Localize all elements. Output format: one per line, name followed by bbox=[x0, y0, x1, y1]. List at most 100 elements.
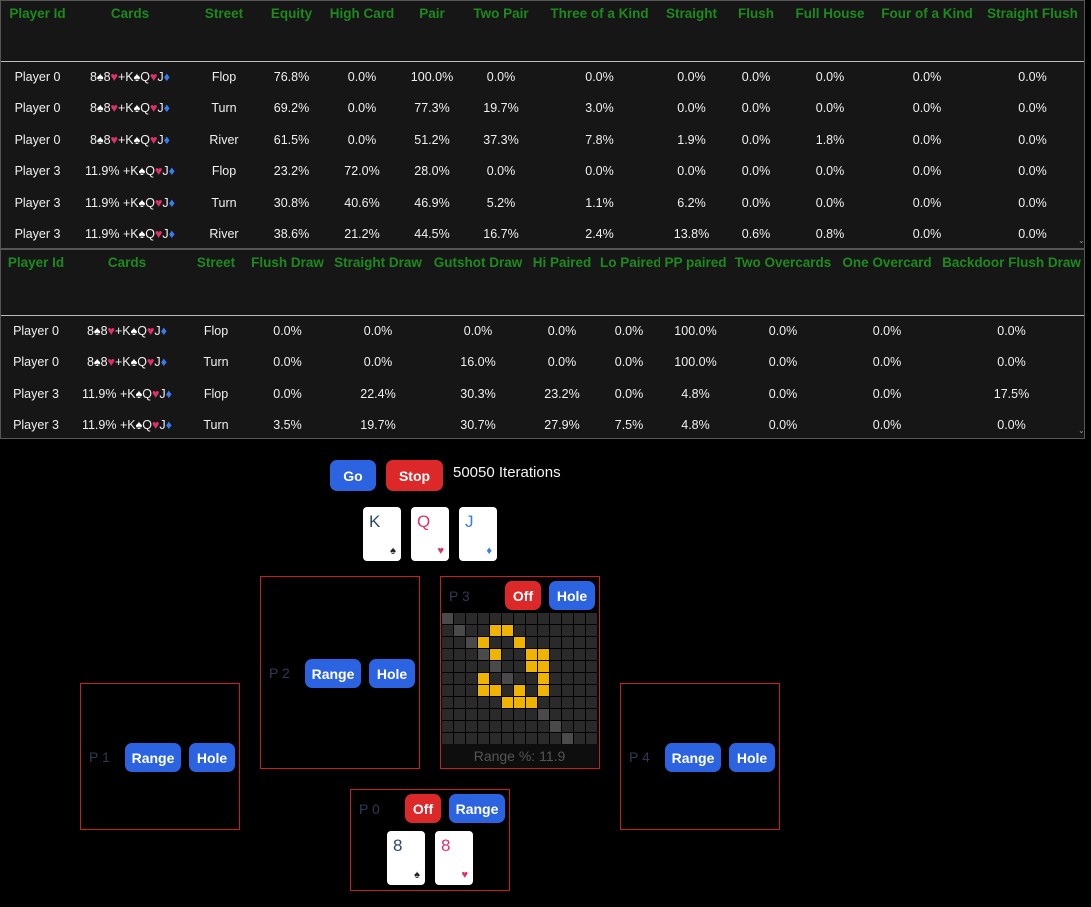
range-grid-cell[interactable] bbox=[574, 661, 585, 672]
hole-button[interactable]: Hole bbox=[189, 743, 235, 772]
range-grid-cell[interactable] bbox=[490, 709, 501, 720]
range-grid-cell[interactable] bbox=[526, 649, 537, 660]
range-grid-cell[interactable] bbox=[574, 709, 585, 720]
range-grid-cell[interactable] bbox=[526, 721, 537, 732]
range-grid-cell[interactable] bbox=[538, 697, 549, 708]
range-grid-cell[interactable] bbox=[454, 625, 465, 636]
range-grid-cell[interactable] bbox=[478, 613, 489, 624]
range-grid-cell[interactable] bbox=[526, 685, 537, 696]
range-grid-cell[interactable] bbox=[466, 697, 477, 708]
range-grid-cell[interactable] bbox=[562, 709, 573, 720]
range-grid-cell[interactable] bbox=[586, 637, 597, 648]
hole-card[interactable]: 8 ♥ bbox=[435, 831, 473, 885]
range-grid-cell[interactable] bbox=[502, 625, 513, 636]
range-grid-cell[interactable] bbox=[478, 673, 489, 684]
range-grid-cell[interactable] bbox=[466, 709, 477, 720]
board-card[interactable]: Q ♥ bbox=[411, 507, 449, 561]
range-grid-cell[interactable] bbox=[502, 649, 513, 660]
range-button[interactable]: Range bbox=[449, 794, 505, 823]
range-grid-cell[interactable] bbox=[550, 697, 561, 708]
range-grid-cell[interactable] bbox=[586, 673, 597, 684]
range-grid-cell[interactable] bbox=[502, 685, 513, 696]
range-grid-cell[interactable] bbox=[538, 613, 549, 624]
range-grid-cell[interactable] bbox=[586, 649, 597, 660]
range-grid-cell[interactable] bbox=[538, 685, 549, 696]
range-grid-cell[interactable] bbox=[574, 613, 585, 624]
range-grid-cell[interactable] bbox=[478, 637, 489, 648]
range-grid-cell[interactable] bbox=[490, 625, 501, 636]
range-grid-cell[interactable] bbox=[562, 637, 573, 648]
range-grid-cell[interactable] bbox=[490, 673, 501, 684]
range-grid-cell[interactable] bbox=[514, 661, 525, 672]
hole-button[interactable]: Hole bbox=[729, 743, 775, 772]
range-grid-cell[interactable] bbox=[442, 649, 453, 660]
range-grid-cell[interactable] bbox=[490, 613, 501, 624]
range-grid-cell[interactable] bbox=[466, 673, 477, 684]
range-grid-cell[interactable] bbox=[454, 709, 465, 720]
range-grid-cell[interactable] bbox=[442, 625, 453, 636]
range-grid-cell[interactable] bbox=[538, 709, 549, 720]
range-grid-cell[interactable] bbox=[502, 721, 513, 732]
range-grid-cell[interactable] bbox=[442, 661, 453, 672]
range-grid-cell[interactable] bbox=[466, 661, 477, 672]
range-grid-cell[interactable] bbox=[574, 697, 585, 708]
range-grid-cell[interactable] bbox=[490, 733, 501, 744]
range-grid-cell[interactable] bbox=[454, 697, 465, 708]
range-grid-cell[interactable] bbox=[550, 625, 561, 636]
range-grid-cell[interactable] bbox=[478, 697, 489, 708]
range-grid-cell[interactable] bbox=[550, 685, 561, 696]
range-grid-cell[interactable] bbox=[502, 637, 513, 648]
range-grid-cell[interactable] bbox=[490, 685, 501, 696]
range-grid-cell[interactable] bbox=[526, 709, 537, 720]
range-grid-cell[interactable] bbox=[490, 649, 501, 660]
range-grid-cell[interactable] bbox=[538, 649, 549, 660]
range-grid-cell[interactable] bbox=[442, 613, 453, 624]
range-grid-cell[interactable] bbox=[574, 637, 585, 648]
range-grid-cell[interactable] bbox=[454, 733, 465, 744]
range-grid-cell[interactable] bbox=[454, 685, 465, 696]
range-grid-cell[interactable] bbox=[502, 661, 513, 672]
range-grid-cell[interactable] bbox=[442, 685, 453, 696]
range-grid-cell[interactable] bbox=[550, 637, 561, 648]
off-button[interactable]: Off bbox=[505, 581, 541, 610]
range-grid-cell[interactable] bbox=[586, 685, 597, 696]
range-grid-cell[interactable] bbox=[478, 733, 489, 744]
range-grid-cell[interactable] bbox=[586, 613, 597, 624]
range-grid-cell[interactable] bbox=[538, 625, 549, 636]
scrollbar-arrow[interactable]: ⌄ bbox=[1078, 427, 1085, 435]
range-grid-cell[interactable] bbox=[490, 637, 501, 648]
go-button[interactable]: Go bbox=[330, 460, 376, 491]
off-button[interactable]: Off bbox=[405, 794, 441, 823]
range-grid-cell[interactable] bbox=[502, 673, 513, 684]
range-grid-cell[interactable] bbox=[454, 637, 465, 648]
range-grid-cell[interactable] bbox=[514, 613, 525, 624]
range-grid-cell[interactable] bbox=[478, 685, 489, 696]
range-grid-cell[interactable] bbox=[550, 673, 561, 684]
range-grid-cell[interactable] bbox=[574, 649, 585, 660]
range-grid-cell[interactable] bbox=[442, 673, 453, 684]
range-grid-cell[interactable] bbox=[442, 637, 453, 648]
range-grid-cell[interactable] bbox=[574, 685, 585, 696]
range-grid-cell[interactable] bbox=[466, 625, 477, 636]
range-grid-cell[interactable] bbox=[526, 673, 537, 684]
range-grid-cell[interactable] bbox=[586, 661, 597, 672]
range-button[interactable]: Range bbox=[305, 659, 361, 688]
range-grid-cell[interactable] bbox=[478, 709, 489, 720]
range-grid-cell[interactable] bbox=[574, 733, 585, 744]
range-grid-cell[interactable] bbox=[526, 661, 537, 672]
range-grid-cell[interactable] bbox=[562, 685, 573, 696]
range-grid-cell[interactable] bbox=[526, 613, 537, 624]
range-grid-cell[interactable] bbox=[502, 709, 513, 720]
range-grid-cell[interactable] bbox=[538, 673, 549, 684]
range-grid-cell[interactable] bbox=[502, 613, 513, 624]
range-grid-cell[interactable] bbox=[466, 721, 477, 732]
range-grid-cell[interactable] bbox=[514, 685, 525, 696]
range-grid-cell[interactable] bbox=[454, 721, 465, 732]
range-grid-cell[interactable] bbox=[514, 697, 525, 708]
range-grid-cell[interactable] bbox=[538, 721, 549, 732]
range-grid-cell[interactable] bbox=[490, 697, 501, 708]
range-grid-cell[interactable] bbox=[586, 721, 597, 732]
range-grid-cell[interactable] bbox=[514, 721, 525, 732]
range-grid-cell[interactable] bbox=[562, 733, 573, 744]
range-grid-cell[interactable] bbox=[574, 625, 585, 636]
